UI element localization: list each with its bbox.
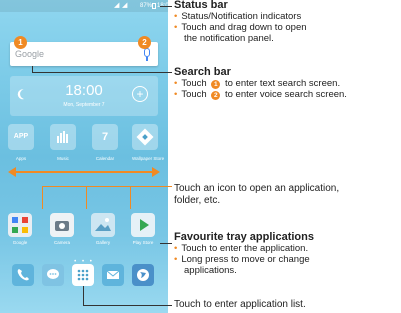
wallpaper-store-icon xyxy=(132,124,158,150)
app-music[interactable]: Music xyxy=(50,124,76,161)
touch-icon-text-1: Touch an icon to open an application, xyxy=(174,183,340,194)
app-list-text: Touch to enter application list. xyxy=(174,299,306,310)
callout-tick-search xyxy=(32,66,33,72)
bullet-dot: • xyxy=(174,243,178,254)
browser-icon[interactable] xyxy=(132,264,154,286)
music-icon xyxy=(50,124,76,150)
play-store-icon xyxy=(131,213,155,237)
app-label: Calendar xyxy=(95,156,115,161)
phone-dialer-icon[interactable] xyxy=(12,264,34,286)
app-play-store[interactable]: Play Store xyxy=(128,213,158,245)
email-icon[interactable] xyxy=(102,264,124,286)
app-gallery[interactable]: Gallery xyxy=(88,213,118,245)
app-apps[interactable]: APP Apps xyxy=(8,124,34,161)
search-bar[interactable]: Google xyxy=(10,42,158,66)
search-bar-bullet-2: • Touch 2 to enter voice search screen. xyxy=(174,89,347,100)
bullet-text: Touch xyxy=(181,78,207,89)
favourite-bullet-1: • Touch to enter the application. xyxy=(174,243,308,254)
callout-line-status xyxy=(160,6,172,7)
bullet-text: to enter voice search screen. xyxy=(224,89,347,100)
clock-date: Mon, September 7 xyxy=(63,102,105,108)
signal-icon-2: ◢ xyxy=(122,2,128,9)
badge-num-2: 2 xyxy=(211,91,221,100)
badge-voice-search: 2 xyxy=(138,36,151,49)
app-label: Wallpaper Store xyxy=(132,156,165,161)
app-label: Play Store xyxy=(132,240,154,245)
bullet-text: Touch xyxy=(181,89,207,100)
app-google[interactable]: Google xyxy=(5,213,35,245)
clock-widget[interactable]: 18:00 Mon, September 7 + xyxy=(10,76,158,116)
bullet-dot: • xyxy=(174,89,178,100)
callout-line-icons xyxy=(42,186,172,187)
google-logo: Google xyxy=(15,49,45,59)
favourite-bullet-2-cont: applications. xyxy=(184,265,237,276)
calendar-icon: 7 xyxy=(92,124,118,150)
bullet-dot: • xyxy=(174,254,178,265)
bullet-text: to enter text search screen. xyxy=(224,78,341,89)
bullet-dot: • xyxy=(174,22,178,33)
app-label: Camera xyxy=(53,240,70,245)
swipe-arrows xyxy=(8,167,160,177)
app-list-icon[interactable] xyxy=(72,264,94,286)
gallery-icon xyxy=(91,213,115,237)
status-bar-bullet-2-cont: the notification panel. xyxy=(184,33,274,44)
search-bar-bullet-1: • Touch 1 to enter text search screen. xyxy=(174,78,340,89)
badge-num-1: 1 xyxy=(211,80,221,89)
status-bar-bullet-1: • Status/Notification indicators xyxy=(174,11,301,22)
app-row-bottom: Google Camera Gallery Play Store xyxy=(0,213,168,257)
bullet-text: Touch to enter the application. xyxy=(181,243,309,254)
app-wallpaper-store[interactable]: Wallpaper Store xyxy=(132,124,165,161)
bullet-text: Long press to move or change xyxy=(181,254,310,265)
arrow-right-icon xyxy=(152,167,160,177)
arrow-line xyxy=(14,171,154,173)
apps-icon: APP xyxy=(8,124,34,150)
battery-percent: 87% xyxy=(140,3,153,9)
add-alarm-icon[interactable]: + xyxy=(132,86,148,102)
callout-line-tray xyxy=(160,243,172,244)
app-label: Gallery xyxy=(95,240,111,245)
bullet-text: Touch and drag down to open xyxy=(181,22,307,33)
messaging-icon[interactable] xyxy=(42,264,64,286)
app-camera[interactable]: Camera xyxy=(47,213,77,245)
bullet-text: Status/Notification indicators xyxy=(181,11,302,22)
app-label: Music xyxy=(57,156,69,161)
callout-line-applist xyxy=(83,305,172,306)
callout-tick-applist xyxy=(83,286,84,305)
callout-line-search xyxy=(32,72,172,73)
camera-icon xyxy=(50,213,74,237)
callout-tick-icons-2 xyxy=(86,186,87,209)
status-bar-title: Status bar xyxy=(174,0,228,11)
signal-icon: ◢ xyxy=(114,2,120,9)
app-label: Google xyxy=(12,240,28,245)
microphone-stem xyxy=(146,57,148,61)
badge-text-search: 1 xyxy=(14,36,27,49)
favourite-bullet-2: • Long press to move or change xyxy=(174,254,310,265)
callout-tick-icons-1 xyxy=(42,186,43,209)
app-row-top: APP Apps Music 7 Calendar Wallpaper Stor… xyxy=(0,124,168,170)
app-label: Apps xyxy=(15,156,27,161)
status-bar[interactable]: ◢ ◢ 87% 18:00 xyxy=(0,0,168,12)
app-calendar[interactable]: 7 Calendar xyxy=(92,124,118,161)
search-bar-title: Search bar xyxy=(174,66,231,78)
favourite-title: Favourite tray applications xyxy=(174,231,314,243)
touch-icon-text-2: folder, etc. xyxy=(174,195,221,206)
bullet-dot: • xyxy=(174,78,178,89)
microphone-icon[interactable] xyxy=(144,48,150,57)
battery-icon xyxy=(152,3,156,9)
status-bar-bullet-2: • Touch and drag down to open xyxy=(174,22,307,33)
callout-tick-icons-3 xyxy=(130,186,131,209)
phone-screen: ◢ ◢ 87% 18:00 Google 1 2 18:00 Mon, Sept… xyxy=(0,0,168,313)
arrow-left-icon xyxy=(8,167,16,177)
google-folder-icon xyxy=(8,213,32,237)
bullet-dot: • xyxy=(174,11,178,22)
favourite-tray xyxy=(0,264,168,292)
